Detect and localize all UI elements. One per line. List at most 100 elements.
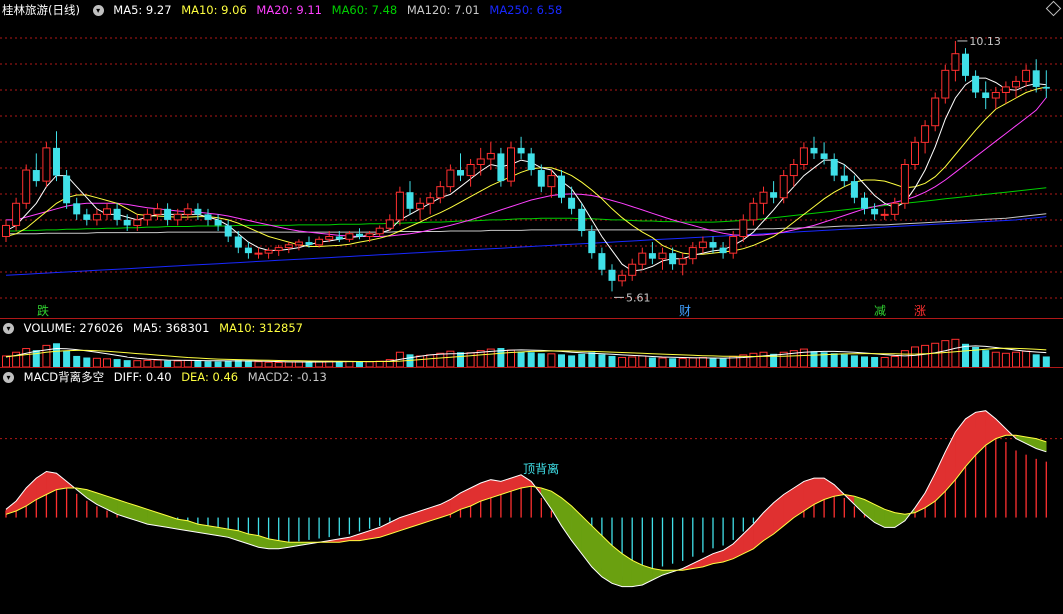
candle-up [739,219,748,238]
candle-up [42,147,51,182]
candle-down [648,253,656,259]
candle-up [1022,69,1031,82]
candle-up [476,158,485,166]
candle-up [1001,86,1010,93]
candle-up [254,252,263,255]
volume-bar-down [810,351,818,367]
marker-zhang: 涨 [914,304,927,318]
candle-down [335,236,343,240]
candle-down [537,170,545,187]
candle-up [890,202,899,215]
volume-bar-up [759,351,768,367]
candle-down [871,208,879,215]
volume-bar-up [1001,352,1010,367]
candle-down [214,219,222,226]
candle-down [32,170,40,182]
ma120-line [6,213,1047,235]
volume-bar-up [900,350,909,367]
volume-panel-menu-icon[interactable]: ▾ [3,323,14,334]
volume-bar-down [63,350,71,367]
volume-bar-up [466,352,475,367]
macd-band [56,472,67,490]
candle-up [1012,80,1020,88]
volume-bar-down [32,350,40,367]
candle-down [83,214,91,220]
price-legend: 桂林旅游(日线) ▾ MA5: 9.27 MA10: 9.06 MA20: 9.… [0,1,568,19]
candle-up [638,252,647,265]
volume-bar-up [890,355,899,367]
volume-bar-up [153,359,162,367]
candle-up [628,263,637,276]
volume-bar-down [830,353,838,367]
candlestick-chart[interactable]: 10.13 5.61 [0,18,1063,318]
price-panel-menu-icon[interactable]: ▾ [92,5,104,16]
candle-down [719,247,727,254]
candle-down [588,230,596,254]
candle-down [234,236,242,248]
candle-up [143,213,152,221]
candle-down [709,242,717,248]
macd-panel-menu-icon[interactable]: ▾ [3,372,14,383]
candle-up [618,274,627,282]
volume-bar-down [608,355,616,367]
macd-band [803,477,815,512]
candle-up [991,91,1000,99]
candle-up [395,191,404,221]
candle-up [375,227,384,235]
dea-line [5,434,1047,571]
candle-up [22,169,31,204]
volume-bar-down [588,352,596,367]
macd-band [46,471,57,495]
volume-bar-up [476,350,485,367]
candle-up [173,213,182,221]
volume-bar-down [578,353,586,367]
macd-band [591,525,603,578]
volume-bar-up [678,358,687,367]
candle-down [598,253,606,270]
volume-bar-up [941,340,950,367]
candle-down [820,153,828,159]
volume-ma5: MA5: 368301 [132,321,210,335]
low-label: 5.61 [626,291,651,304]
candle-down [356,233,363,237]
macd-macd2: MACD2: -0.13 [247,370,327,384]
stock-title[interactable]: 桂林旅游(日线) [2,3,80,17]
volume-bar-up [658,357,667,367]
candle-down [406,192,414,209]
volume-bar-up [143,359,152,367]
volume-bar-up [991,351,1000,367]
macd-band [157,512,168,528]
candle-down [73,203,81,215]
candle-down [164,208,172,220]
volume-bar-down [568,355,576,367]
diamond-icon[interactable] [1045,0,1062,17]
volume-bar-up [931,342,940,367]
candle-down [568,197,576,209]
divergence-label: 顶背离 [523,461,559,476]
macd-chart[interactable]: 顶背离 [0,386,1063,614]
volume-chart[interactable] [0,336,1063,367]
candle-down [962,53,969,76]
volume-bar-down [73,355,81,367]
volume-legend: ▾ VOLUME: 276026 MA5: 368301 MA10: 31285… [0,319,309,337]
candle-down [63,175,71,204]
candle-down [53,147,60,176]
volume-bar-down [840,354,848,367]
volume-bar-up [426,354,435,367]
volume-bar-up [638,355,647,367]
volume-bar-down [113,359,121,367]
ma10-line [5,86,1047,255]
candle-up [931,97,940,127]
candle-down [608,269,616,281]
macd-band [975,410,986,456]
ma10-legend: MA10: 9.06 [181,3,247,17]
volume-bar-up [951,338,960,367]
ma5-line [5,77,1047,272]
candle-up [436,186,445,199]
volume-bar-down [871,356,879,367]
candle-down [244,247,252,254]
macd-legend: ▾ MACD背离多空 DIFF: 0.40 DEA: 0.46 MACD2: -… [0,368,333,386]
ma120-legend: MA120: 7.01 [406,3,480,17]
ma60-legend: MA60: 7.48 [331,3,398,17]
volume-bar-up [880,357,889,367]
